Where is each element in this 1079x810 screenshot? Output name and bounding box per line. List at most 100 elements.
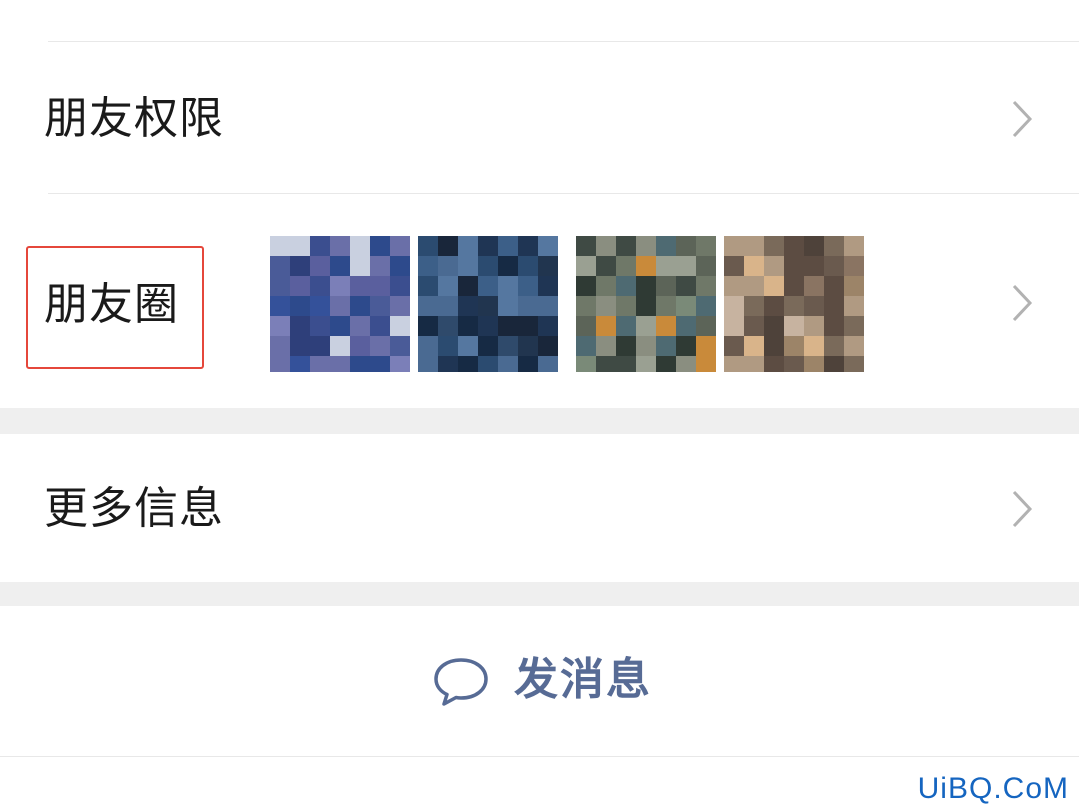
mosaic-cell — [290, 276, 310, 296]
mosaic-cell — [330, 356, 350, 372]
mosaic-cell — [676, 236, 696, 256]
mosaic-cell — [696, 336, 716, 356]
mosaic-cell — [636, 256, 656, 276]
mosaic-cell — [330, 336, 350, 356]
mosaic-cell — [824, 316, 844, 336]
mosaic-cell — [744, 316, 764, 336]
mosaic-cell — [350, 276, 370, 296]
mosaic-cell — [616, 316, 636, 336]
mosaic-cell — [290, 336, 310, 356]
mosaic-cell — [596, 296, 616, 316]
mosaic-cell — [390, 236, 410, 256]
chat-bubble-icon — [434, 658, 488, 706]
mosaic-cell — [458, 276, 478, 296]
mosaic-cell — [784, 256, 804, 276]
mosaic-cell — [498, 256, 518, 276]
mosaic-cell — [804, 276, 824, 296]
mosaic-cell — [576, 336, 596, 356]
mosaic-cell — [804, 336, 824, 356]
chevron-right-icon — [1012, 284, 1033, 322]
mosaic-cell — [696, 256, 716, 276]
mosaic-cell — [458, 356, 478, 372]
mosaic-cell — [350, 356, 370, 372]
mosaic-cell — [784, 236, 804, 256]
mosaic-cell — [676, 356, 696, 372]
chevron-right-icon — [1012, 100, 1033, 138]
mosaic-cell — [290, 256, 310, 276]
more-info-row[interactable]: 更多信息 — [0, 434, 1079, 582]
mosaic-cell — [370, 236, 390, 256]
mosaic-cell — [330, 276, 350, 296]
mosaic-cell — [616, 356, 636, 372]
mosaic-cell — [310, 336, 330, 356]
contact-profile-screen: 朋友权限 朋友圈 更多信息 发消息 UiBQ.CoM — [0, 0, 1079, 810]
mosaic-cell — [744, 356, 764, 372]
mosaic-cell — [518, 336, 538, 356]
mosaic-cell — [390, 336, 410, 356]
mosaic-cell — [350, 296, 370, 316]
mosaic-cell — [676, 336, 696, 356]
mosaic-cell — [824, 236, 844, 256]
mosaic-cell — [844, 256, 864, 276]
mosaic-cell — [636, 316, 656, 336]
mosaic-cell — [656, 276, 676, 296]
mosaic-cell — [538, 276, 558, 296]
mosaic-cell — [270, 336, 290, 356]
mosaic-cell — [438, 256, 458, 276]
section-gap — [0, 582, 1079, 606]
mosaic-cell — [596, 276, 616, 296]
mosaic-cell — [844, 276, 864, 296]
mosaic-cell — [676, 276, 696, 296]
mosaic-cell — [370, 316, 390, 336]
mosaic-cell — [478, 356, 498, 372]
mosaic-cell — [616, 296, 636, 316]
mosaic-cell — [744, 336, 764, 356]
mosaic-cell — [636, 236, 656, 256]
mosaic-cell — [418, 296, 438, 316]
mosaic-cell — [290, 296, 310, 316]
mosaic-cell — [418, 236, 438, 256]
mosaic-cell — [370, 276, 390, 296]
mosaic-cell — [616, 276, 636, 296]
mosaic-cell — [418, 256, 438, 276]
mosaic-cell — [724, 356, 744, 372]
mosaic-cell — [636, 296, 656, 316]
mosaic-cell — [350, 236, 370, 256]
mosaic-cell — [438, 276, 458, 296]
mosaic-cell — [596, 256, 616, 276]
mosaic-cell — [438, 316, 458, 336]
mosaic-cell — [656, 236, 676, 256]
chevron-right-icon — [1012, 490, 1033, 528]
mosaic-cell — [764, 316, 784, 336]
mosaic-cell — [576, 296, 596, 316]
mosaic-cell — [696, 276, 716, 296]
mosaic-cell — [538, 336, 558, 356]
mosaic-cell — [616, 336, 636, 356]
mosaic-cell — [458, 336, 478, 356]
mosaic-cell — [804, 316, 824, 336]
mosaic-cell — [370, 256, 390, 276]
mosaic-cell — [538, 356, 558, 372]
mosaic-cell — [418, 336, 438, 356]
mosaic-cell — [636, 336, 656, 356]
mosaic-cell — [478, 236, 498, 256]
mosaic-cell — [656, 336, 676, 356]
mosaic-cell — [676, 316, 696, 336]
mosaic-cell — [784, 316, 804, 336]
mosaic-cell — [290, 316, 310, 336]
friend-permissions-row[interactable]: 朋友权限 — [0, 42, 1079, 193]
mosaic-cell — [764, 336, 784, 356]
mosaic-cell — [576, 236, 596, 256]
mosaic-cell — [576, 276, 596, 296]
moments-thumbnail-2 — [418, 236, 558, 372]
moments-thumbnail-1 — [270, 236, 410, 372]
mosaic-cell — [478, 296, 498, 316]
mosaic-cell — [518, 316, 538, 336]
mosaic-cell — [478, 316, 498, 336]
mosaic-cell — [390, 296, 410, 316]
mosaic-cell — [270, 356, 290, 372]
mosaic-cell — [538, 296, 558, 316]
mosaic-cell — [596, 236, 616, 256]
mosaic-cell — [418, 356, 438, 372]
mosaic-cell — [636, 356, 656, 372]
